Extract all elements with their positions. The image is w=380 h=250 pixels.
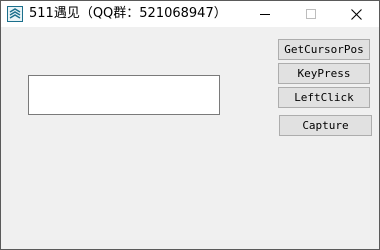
left-click-button[interactable]: LeftClick [278, 87, 370, 108]
text-input[interactable] [28, 75, 220, 115]
key-press-button[interactable]: KeyPress [278, 63, 370, 84]
close-icon [350, 8, 362, 20]
maximize-icon [306, 9, 316, 19]
window-title: 511遇见（QQ群：521068947） [29, 6, 227, 21]
app-window: 511遇见（QQ群：521068947） GetCursorPos KeyPre… [0, 0, 380, 250]
app-icon [7, 6, 23, 22]
capture-button[interactable]: Capture [279, 115, 372, 136]
close-button[interactable] [333, 1, 379, 27]
get-cursor-pos-button[interactable]: GetCursorPos [278, 39, 370, 60]
title-bar[interactable]: 511遇见（QQ群：521068947） [1, 1, 379, 27]
maximize-button[interactable] [288, 1, 334, 27]
minimize-icon [260, 14, 270, 15]
minimize-button[interactable] [242, 1, 288, 27]
